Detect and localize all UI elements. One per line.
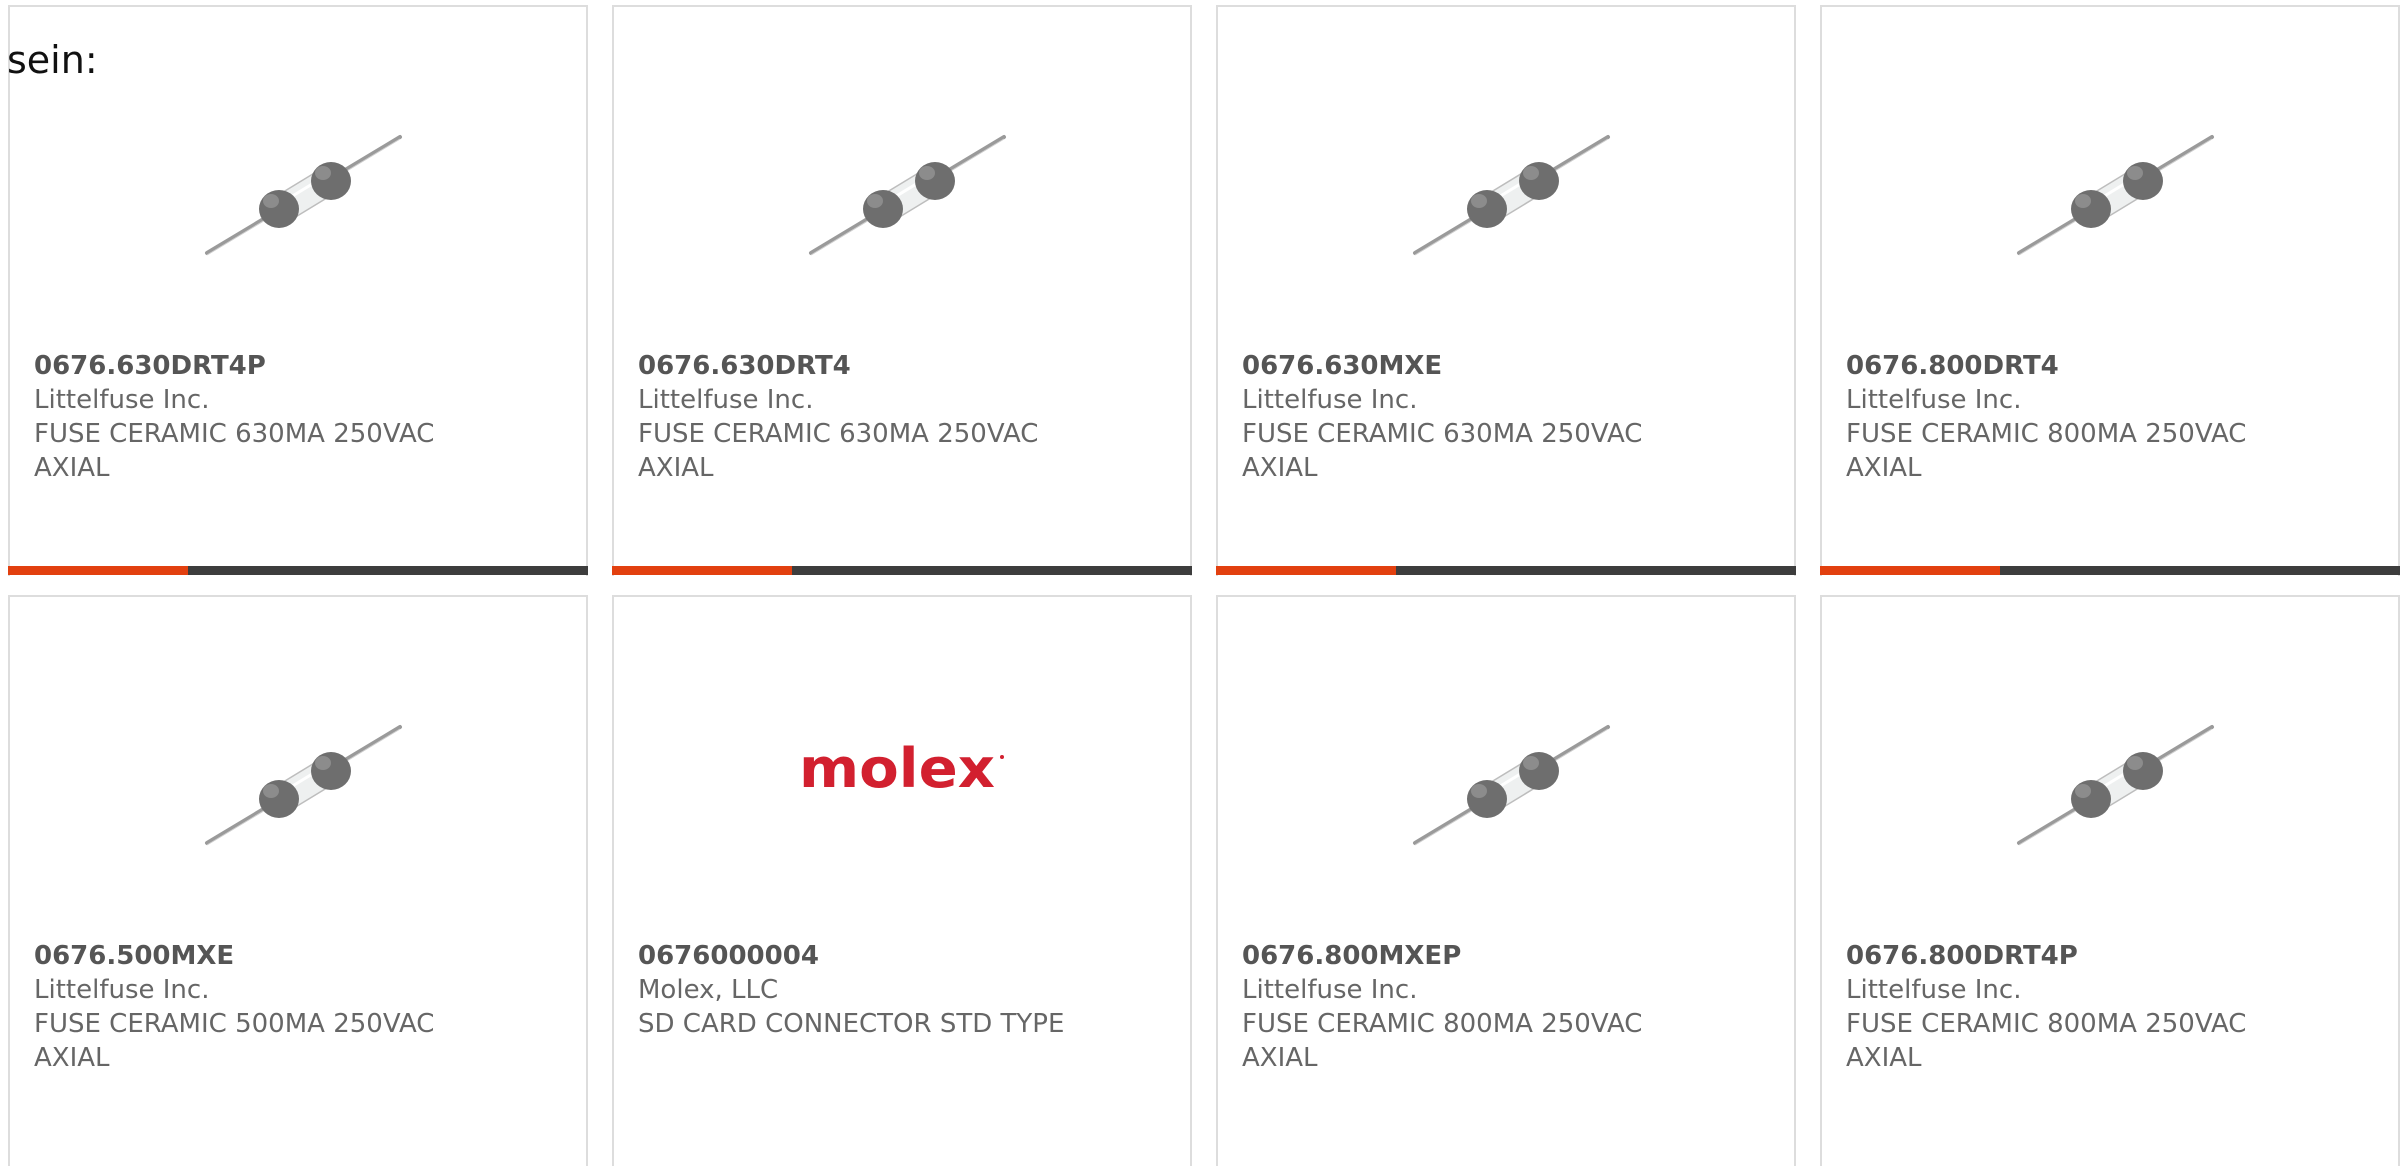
product-card[interactable]: 0676.630DRT4 Littelfuse Inc. FUSE CERAMI…: [612, 5, 1192, 576]
fuse-icon: [2007, 665, 2217, 875]
fuse-icon: [1403, 665, 1613, 875]
fuse-icon: [2007, 75, 2217, 285]
fuse-icon: [195, 665, 405, 875]
card-progress-bar: [612, 566, 1192, 575]
product-description: SD CARD CONNECTOR STD TYPE: [638, 1009, 1065, 1039]
molex-logo-image: molex: [799, 737, 1004, 800]
molex-logo-text: molex: [799, 737, 995, 800]
part-number-link[interactable]: 0676.800MXEP: [1242, 939, 1774, 973]
manufacturer-name: Littelfuse Inc.: [1242, 975, 1418, 1005]
part-number-link[interactable]: 0676.800DRT4P: [1846, 939, 2378, 973]
card-progress-bar: [1216, 566, 1796, 575]
manufacturer-name: Littelfuse Inc.: [1242, 385, 1418, 415]
product-card[interactable]: molex 0676000004 Molex, LLC SD CARD CONN…: [612, 595, 1192, 1166]
product-description: FUSE CERAMIC 800MA 250VAC AXIAL: [1242, 1009, 1643, 1073]
product-card[interactable]: 0676.630DRT4P Littelfuse Inc. FUSE CERAM…: [8, 5, 588, 576]
product-description: FUSE CERAMIC 500MA 250VAC AXIAL: [34, 1009, 435, 1073]
fuse-image: [2017, 135, 2214, 256]
card-progress-bar: [1820, 566, 2400, 575]
fuse-image: [205, 135, 402, 256]
card-progress-bar: [8, 566, 588, 575]
fuse-image: [1413, 135, 1610, 256]
fuse-image: [809, 135, 1006, 256]
product-card[interactable]: 0676.800MXEP Littelfuse Inc. FUSE CERAMI…: [1216, 595, 1796, 1166]
fuse-icon: [799, 75, 1009, 285]
manufacturer-name: Littelfuse Inc.: [1846, 975, 2022, 1005]
manufacturer-name: Molex, LLC: [638, 975, 779, 1005]
manufacturer-name: Littelfuse Inc.: [34, 385, 210, 415]
part-number-link[interactable]: 0676.630MXE: [1242, 349, 1774, 383]
product-card[interactable]: 0676.800DRT4P Littelfuse Inc. FUSE CERAM…: [1820, 595, 2400, 1166]
part-number-link[interactable]: 0676.500MXE: [34, 939, 566, 973]
product-card[interactable]: 0676.630MXE Littelfuse Inc. FUSE CERAMIC…: [1216, 5, 1796, 576]
card-progress-fill: [1820, 566, 2000, 575]
product-grid: 0676.630DRT4P Littelfuse Inc. FUSE CERAM…: [8, 5, 2400, 1166]
molex-logo: molex: [799, 665, 1009, 875]
product-description: FUSE CERAMIC 630MA 250VAC AXIAL: [638, 419, 1039, 483]
manufacturer-name: Littelfuse Inc.: [638, 385, 814, 415]
card-progress-fill: [1216, 566, 1396, 575]
part-number-link[interactable]: 0676.630DRT4P: [34, 349, 566, 383]
part-number-link[interactable]: 0676.800DRT4: [1846, 349, 2378, 383]
product-description: FUSE CERAMIC 800MA 250VAC AXIAL: [1846, 1009, 2247, 1073]
card-progress-fill: [612, 566, 792, 575]
product-description: FUSE CERAMIC 630MA 250VAC AXIAL: [34, 419, 435, 483]
fuse-image: [205, 725, 402, 846]
product-description: FUSE CERAMIC 800MA 250VAC AXIAL: [1846, 419, 2247, 483]
product-card[interactable]: 0676.800DRT4 Littelfuse Inc. FUSE CERAMI…: [1820, 5, 2400, 576]
fuse-image: [2017, 725, 2214, 846]
fuse-image: [1413, 725, 1610, 846]
intro-text: sein:: [7, 38, 98, 82]
product-card[interactable]: 0676.500MXE Littelfuse Inc. FUSE CERAMIC…: [8, 595, 588, 1166]
manufacturer-name: Littelfuse Inc.: [34, 975, 210, 1005]
product-description: FUSE CERAMIC 630MA 250VAC AXIAL: [1242, 419, 1643, 483]
fuse-icon: [195, 75, 405, 285]
part-number-link[interactable]: 0676.630DRT4: [638, 349, 1170, 383]
card-progress-fill: [8, 566, 188, 575]
part-number-link[interactable]: 0676000004: [638, 939, 1170, 973]
fuse-icon: [1403, 75, 1613, 285]
manufacturer-name: Littelfuse Inc.: [1846, 385, 2022, 415]
